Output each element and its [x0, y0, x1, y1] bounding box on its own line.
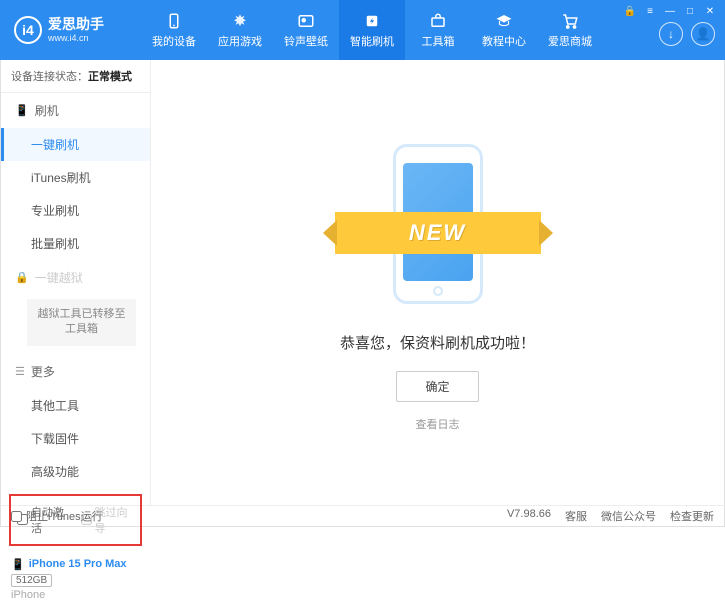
- checkbox-block-itunes[interactable]: 阻止iTunes运行: [11, 508, 103, 524]
- connection-status: 设备连接状态：正常模式: [1, 60, 150, 93]
- section-more[interactable]: ☰ 更多: [1, 354, 150, 389]
- maximize-icon[interactable]: □: [683, 4, 697, 18]
- cart-icon: [561, 12, 579, 30]
- menu-icon[interactable]: ≡: [643, 4, 657, 18]
- download-icon[interactable]: ↓: [659, 22, 683, 46]
- image-icon: [297, 12, 315, 30]
- nav-tutorials[interactable]: 教程中心: [471, 0, 537, 60]
- lock-icon[interactable]: 🔒: [623, 4, 637, 18]
- footer-wechat[interactable]: 微信公众号: [601, 508, 656, 524]
- sidebar-item-oneclick[interactable]: 一键刷机: [1, 128, 150, 161]
- ok-button[interactable]: 确定: [396, 371, 478, 402]
- nav-store[interactable]: 爱思商城: [537, 0, 603, 60]
- device-icon: [165, 12, 183, 30]
- toolbox-icon: [429, 12, 447, 30]
- app-name: 爱思助手: [48, 16, 104, 33]
- success-message: 恭喜您，保资料刷机成功啦！: [340, 332, 535, 353]
- nav-apps[interactable]: 应用游戏: [207, 0, 273, 60]
- sidebar-item-itunes[interactable]: iTunes刷机: [1, 161, 150, 194]
- phone-icon: 📱: [15, 104, 29, 117]
- top-nav: 我的设备 应用游戏 铃声壁纸 智能刷机 工具箱 教程中心 爱思商城: [141, 0, 603, 60]
- app-logo: i4 爱思助手 www.i4.cn: [0, 16, 141, 44]
- section-flash[interactable]: 📱 刷机: [1, 93, 150, 128]
- logo-icon: i4: [14, 16, 42, 44]
- nav-flash[interactable]: 智能刷机: [339, 0, 405, 60]
- nav-toolbox[interactable]: 工具箱: [405, 0, 471, 60]
- sidebar-item-batch[interactable]: 批量刷机: [1, 227, 150, 260]
- phone-icon: 📱: [11, 558, 25, 571]
- minimize-icon[interactable]: —: [663, 4, 677, 18]
- lock-icon: 🔒: [15, 271, 29, 284]
- apps-icon: [231, 12, 249, 30]
- view-log-link[interactable]: 查看日志: [416, 416, 460, 432]
- device-info: 📱iPhone 15 Pro Max 512GB iPhone: [1, 552, 150, 607]
- footer-update[interactable]: 检查更新: [670, 508, 714, 524]
- footer-support[interactable]: 客服: [565, 508, 587, 524]
- graduate-icon: [495, 12, 513, 30]
- sidebar-item-other[interactable]: 其他工具: [1, 389, 150, 422]
- device-type: iPhone: [11, 589, 140, 601]
- device-capacity: 512GB: [11, 574, 52, 587]
- version-label: V7.98.66: [507, 508, 551, 524]
- sidebar-item-pro[interactable]: 专业刷机: [1, 194, 150, 227]
- window-controls: 🔒 ≡ — □ ✕: [615, 0, 725, 22]
- section-jailbreak: 🔒 一键越狱: [1, 260, 150, 295]
- success-illustration: NEW: [363, 134, 513, 314]
- sidebar-item-advanced[interactable]: 高级功能: [1, 455, 150, 488]
- main-content: NEW 恭喜您，保资料刷机成功啦！ 确定 查看日志: [151, 60, 724, 505]
- jailbreak-note: 越狱工具已转移至工具箱: [27, 299, 136, 346]
- nav-ringtones[interactable]: 铃声壁纸: [273, 0, 339, 60]
- close-icon[interactable]: ✕: [703, 4, 717, 18]
- new-ribbon: NEW: [335, 212, 541, 254]
- header-actions: ↓ 👤: [659, 22, 715, 46]
- user-icon[interactable]: 👤: [691, 22, 715, 46]
- flash-icon: [363, 12, 381, 30]
- nav-my-device[interactable]: 我的设备: [141, 0, 207, 60]
- more-icon: ☰: [15, 365, 25, 378]
- sidebar-item-firmware[interactable]: 下载固件: [1, 422, 150, 455]
- title-bar: i4 爱思助手 www.i4.cn 我的设备 应用游戏 铃声壁纸 智能刷机 工具…: [0, 0, 725, 60]
- app-url: www.i4.cn: [48, 33, 104, 44]
- sidebar: 设备连接状态：正常模式 📱 刷机 一键刷机 iTunes刷机 专业刷机 批量刷机…: [1, 60, 151, 505]
